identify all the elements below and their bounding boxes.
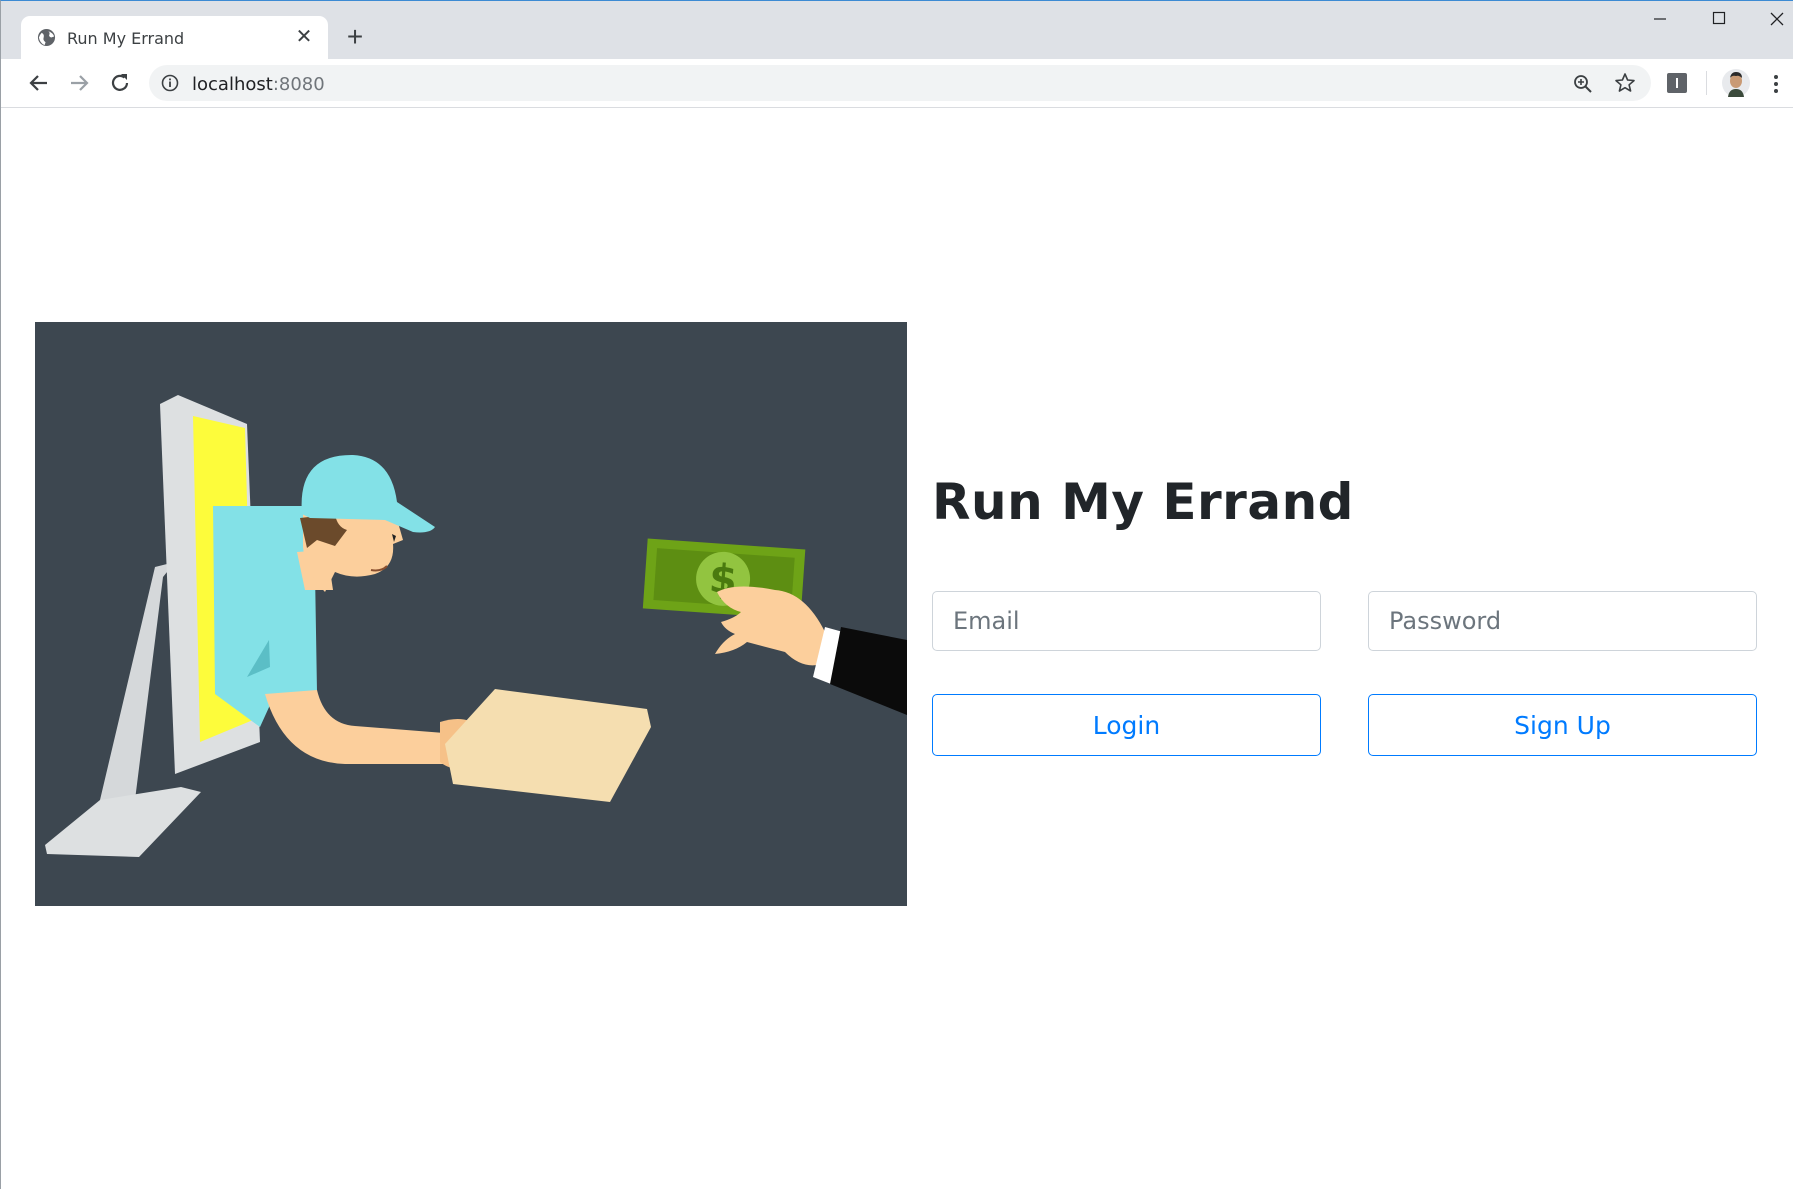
globe-icon	[37, 28, 56, 47]
tab-title: Run My Errand	[67, 29, 185, 48]
url-port: :8080	[272, 74, 325, 95]
courier-arm	[265, 690, 457, 764]
page-title: Run My Errand	[932, 473, 1354, 531]
maximize-button[interactable]	[1699, 11, 1739, 39]
password-input[interactable]	[1368, 591, 1757, 651]
url-host: localhost	[192, 74, 273, 95]
close-tab-icon[interactable]: ✕	[293, 26, 315, 48]
browser-window: Run My Errand ✕ + localhost:8080 $ Run M…	[0, 0, 1793, 1189]
signup-button[interactable]: Sign Up	[1368, 694, 1757, 756]
new-tab-button[interactable]: +	[341, 23, 369, 51]
login-button[interactable]: Login	[932, 694, 1321, 756]
monitor-stand	[100, 562, 175, 800]
giving-hand	[715, 586, 827, 666]
toolbar-divider	[1706, 71, 1707, 95]
zoom-icon[interactable]	[1572, 73, 1594, 95]
close-window-button[interactable]	[1757, 11, 1793, 39]
email-input[interactable]	[932, 591, 1321, 651]
tab-strip: Run My Errand ✕ +	[1, 1, 1793, 59]
forward-button[interactable]	[65, 69, 93, 97]
bookmark-star-icon[interactable]	[1614, 72, 1636, 94]
menu-dots-icon[interactable]	[1766, 71, 1786, 97]
reload-button[interactable]	[106, 69, 134, 97]
monitor-base	[45, 787, 201, 857]
browser-tab[interactable]: Run My Errand ✕	[21, 16, 328, 59]
minimize-button[interactable]	[1640, 11, 1680, 39]
address-bar[interactable]: localhost:8080	[149, 65, 1651, 101]
url-text: localhost:8080	[192, 74, 325, 95]
extension-icon[interactable]	[1667, 73, 1687, 93]
profile-avatar[interactable]	[1721, 68, 1751, 98]
site-info-icon[interactable]	[161, 74, 179, 92]
back-button[interactable]	[25, 69, 53, 97]
suit-sleeve	[830, 627, 907, 715]
browser-toolbar: localhost:8080	[1, 59, 1793, 108]
package	[445, 689, 651, 802]
hero-illustration: $	[35, 322, 907, 906]
